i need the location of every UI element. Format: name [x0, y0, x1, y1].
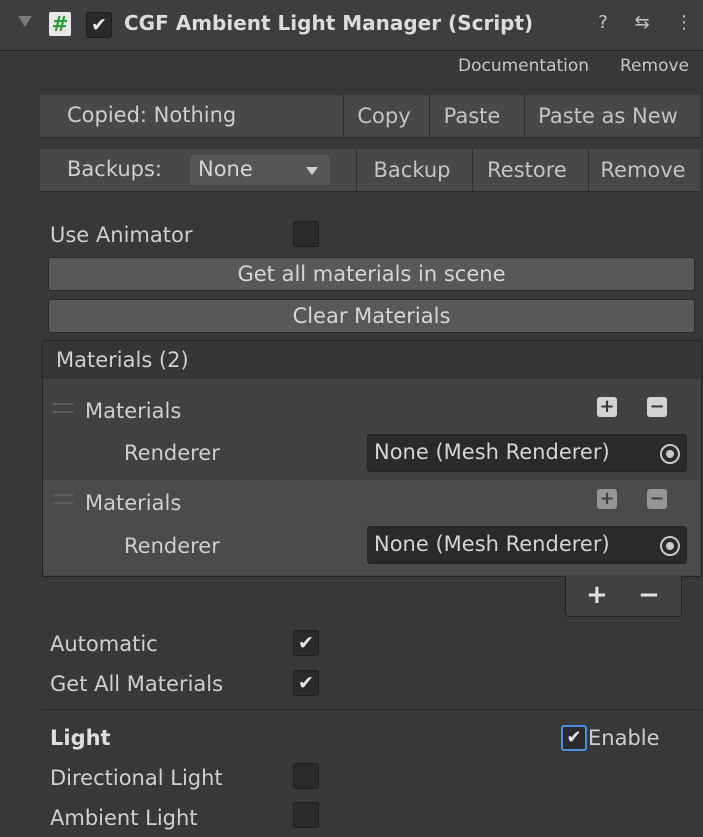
copy-button[interactable]: Copy	[343, 95, 424, 137]
use-animator-label: Use Animator	[50, 223, 193, 247]
copy-toolbar: Copied: Nothing Copy Paste Paste as New	[40, 95, 700, 138]
add-element-button[interactable]: +	[597, 489, 617, 509]
remove-element-button[interactable]: −	[647, 397, 667, 417]
renderer-object-field[interactable]: None (Mesh Renderer)	[367, 526, 687, 564]
component-title: CGF Ambient Light Manager (Script)	[124, 11, 534, 35]
light-section-title: Light	[50, 726, 111, 750]
renderer-object-field[interactable]: None (Mesh Renderer)	[367, 434, 687, 472]
get-all-materials-label: Get All Materials	[50, 672, 224, 696]
renderer-value: None (Mesh Renderer)	[374, 440, 610, 464]
directional-light-field[interactable]	[293, 763, 319, 789]
object-picker-icon[interactable]	[660, 444, 680, 464]
chevron-down-icon	[306, 167, 318, 175]
list-footer: + −	[565, 576, 682, 617]
drag-handle-icon[interactable]	[53, 403, 73, 413]
use-animator-checkbox[interactable]	[293, 221, 319, 247]
copied-status: Copied: Nothing	[67, 103, 237, 127]
automatic-checkbox[interactable]: ✔	[293, 630, 319, 656]
get-all-materials-button[interactable]: Get all materials in scene	[48, 257, 695, 291]
foldout-arrow-icon[interactable]	[18, 16, 32, 27]
materials-count-label: Materials (2)	[56, 348, 189, 372]
backups-dropdown[interactable]: None	[190, 155, 330, 185]
documentation-link[interactable]: Documentation	[458, 56, 589, 76]
clear-materials-button[interactable]: Clear Materials	[48, 299, 695, 333]
enable-checkbox[interactable]: ✔	[561, 725, 587, 751]
backups-label: Backups:	[67, 157, 162, 181]
materials-list-header[interactable]: Materials (2)	[42, 340, 702, 380]
paste-button[interactable]: Paste	[429, 95, 514, 137]
backup-remove-button[interactable]: Remove	[588, 149, 697, 191]
backup-toolbar: Backups: None Backup Restore Remove	[40, 149, 700, 192]
component-enabled-checkbox[interactable]: ✔	[86, 12, 112, 38]
help-icon[interactable]: ?	[592, 12, 614, 33]
ambient-light-field[interactable]	[293, 802, 319, 828]
script-icon: #	[49, 12, 71, 36]
add-element-button[interactable]: +	[597, 397, 617, 417]
renderer-label: Renderer	[124, 441, 220, 465]
presets-icon[interactable]: ⇆	[631, 12, 653, 33]
object-picker-icon[interactable]	[660, 536, 680, 556]
remove-element-button[interactable]: −	[647, 489, 667, 509]
enable-label: Enable	[588, 726, 660, 750]
section-divider	[42, 709, 702, 710]
drag-handle-icon[interactable]	[53, 494, 73, 504]
remove-list-element-button[interactable]: −	[638, 580, 660, 610]
list-item-label: Materials	[85, 399, 182, 423]
ambient-light-label: Ambient Light	[50, 806, 198, 830]
remove-link[interactable]: Remove	[620, 56, 689, 76]
add-list-element-button[interactable]: +	[586, 580, 608, 610]
backup-button[interactable]: Backup	[356, 149, 467, 191]
renderer-value: None (Mesh Renderer)	[374, 532, 610, 556]
get-all-materials-checkbox[interactable]: ✔	[293, 670, 319, 696]
backups-selected: None	[198, 157, 253, 181]
context-menu-icon[interactable]: ⋮	[673, 12, 695, 33]
renderer-label: Renderer	[124, 534, 220, 558]
paste-as-new-button[interactable]: Paste as New	[524, 95, 691, 137]
automatic-label: Automatic	[50, 632, 158, 656]
list-item-label: Materials	[85, 491, 182, 515]
restore-button[interactable]: Restore	[472, 149, 581, 191]
directional-light-label: Directional Light	[50, 766, 223, 790]
